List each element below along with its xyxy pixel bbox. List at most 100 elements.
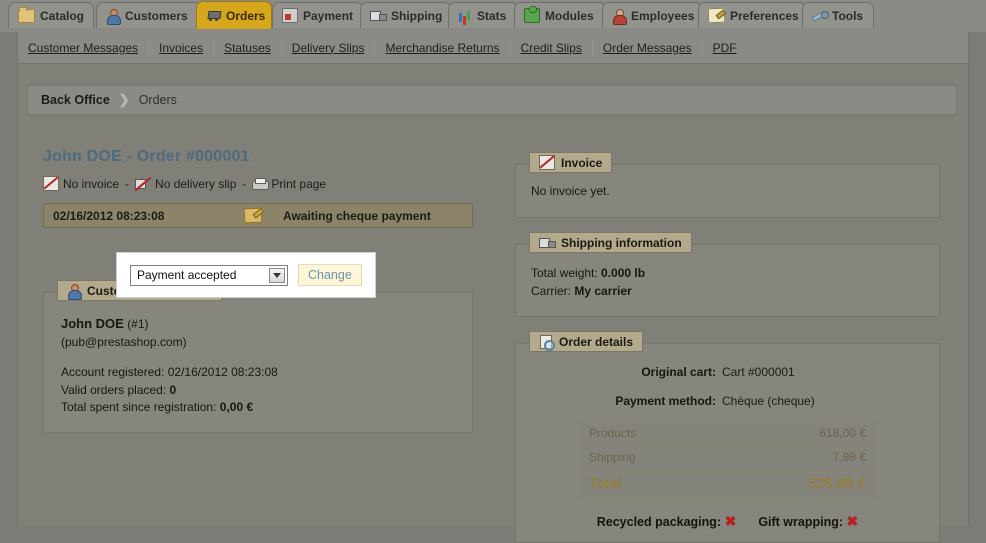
invoice-panel-legend-label: Invoice: [561, 156, 602, 170]
action-no-delivery-slip[interactable]: No delivery slip: [155, 177, 236, 191]
original-cart-label: Original cart:: [531, 364, 722, 381]
order-status-select[interactable]: Payment accepted: [130, 265, 288, 286]
valid-orders-line: Valid orders placed: 0: [61, 382, 457, 399]
carrier-line: Carrier: My carrier: [531, 283, 924, 300]
shipping-value: 7,98 €: [833, 449, 866, 466]
tab-preferences[interactable]: Preferences: [698, 2, 806, 28]
subnav-item-pdf[interactable]: PDF: [703, 41, 747, 55]
account-registered-label: Account registered:: [61, 365, 164, 379]
carrier-value: My carrier: [574, 284, 631, 298]
subnav-item-order-messages[interactable]: Order Messages: [593, 41, 703, 55]
shipping-panel-legend: Shipping information: [529, 232, 692, 253]
gift-wrapping-group: Gift wrapping: ✖: [758, 511, 858, 531]
tab-modules[interactable]: Modules: [514, 2, 606, 28]
action-separator-2: -: [242, 177, 246, 191]
tab-catalog[interactable]: Catalog: [8, 2, 94, 28]
total-weight-value: 0.000 lb: [601, 266, 645, 280]
subnav-item-delivery-slips[interactable]: Delivery Slips: [282, 41, 376, 55]
change-status-button[interactable]: Change: [298, 264, 362, 286]
total-spent-value: 0,00 €: [220, 400, 253, 414]
total-label: Total: [589, 473, 621, 495]
print-icon: [252, 178, 267, 190]
total-spent-label: Total spent since registration:: [61, 400, 216, 414]
account-registered-line: Account registered: 02/16/2012 08:23:08: [61, 364, 457, 381]
status-date: 02/16/2012 08:23:08: [44, 209, 223, 223]
customer-panel-body: John DOE (#1) (pub@prestashop.com) Accou…: [44, 293, 472, 432]
subnav-item-statuses[interactable]: Statuses: [214, 41, 282, 55]
total-value: 625,98 €: [808, 473, 866, 495]
tab-label: Employees: [631, 9, 694, 23]
right-column: Invoice No invoice yet. Shipping informa…: [515, 148, 943, 543]
status-change-highlight: Payment accepted Change: [117, 253, 375, 297]
valid-orders-label: Valid orders placed:: [61, 383, 166, 397]
tab-customers[interactable]: Customers: [96, 2, 202, 28]
table-row: Shipping 7,98 €: [581, 446, 874, 470]
action-no-invoice[interactable]: No invoice: [63, 177, 119, 191]
tab-label: Customers: [125, 9, 188, 23]
original-cart-value[interactable]: Cart #000001: [722, 364, 795, 381]
subnav-item-invoices[interactable]: Invoices: [149, 41, 214, 55]
action-print-page[interactable]: Print page: [271, 177, 326, 191]
chevron-right-icon: ❯: [119, 92, 130, 108]
tab-stats[interactable]: Stats: [448, 2, 518, 28]
recycled-packaging-group: Recycled packaging: ✖: [597, 511, 737, 531]
total-weight-line: Total weight: 0.000 lb: [531, 265, 924, 282]
payment-method-row: Payment method: Chèque (cheque): [531, 393, 924, 410]
stats-icon: [458, 9, 472, 22]
subnav-item-credit-slips[interactable]: Credit Slips: [511, 41, 593, 55]
page-title: John DOE - Order #000001: [43, 148, 493, 166]
shipping-icon: [370, 10, 386, 21]
tab-label: Shipping: [391, 9, 442, 23]
customer-email[interactable]: (pub@prestashop.com): [61, 334, 457, 351]
tab-label: Payment: [303, 9, 353, 23]
invoice-panel: Invoice No invoice yet.: [515, 164, 940, 218]
tab-label: Modules: [545, 9, 594, 23]
total-weight-label: Total weight:: [531, 266, 598, 280]
tab-employees[interactable]: Employees: [602, 2, 702, 28]
tab-tools[interactable]: Tools: [802, 2, 874, 28]
chevron-down-icon[interactable]: [269, 268, 285, 283]
subnav-item-customer-messages[interactable]: Customer Messages: [18, 41, 149, 55]
products-value: 618,00 €: [819, 425, 866, 442]
tab-orders[interactable]: Orders: [196, 1, 272, 29]
status-label: Awaiting cheque payment: [283, 209, 431, 223]
tab-payment[interactable]: Payment: [272, 2, 364, 28]
edit-icon[interactable]: [223, 208, 283, 223]
subnav-item-merchandise-returns[interactable]: Merchandise Returns: [375, 41, 510, 55]
tab-shipping[interactable]: Shipping: [360, 2, 452, 28]
tab-label: Catalog: [40, 9, 84, 23]
order-details-panel-legend-label: Order details: [559, 335, 633, 349]
table-row: Products 618,00 €: [581, 422, 874, 446]
no-invoice-icon: [539, 155, 555, 170]
packaging-options-row: Recycled packaging: ✖ Gift wrapping: ✖: [531, 511, 924, 531]
tab-label: Preferences: [730, 9, 799, 23]
original-cart-row: Original cart: Cart #000001: [531, 364, 924, 381]
tab-label: Orders: [226, 9, 265, 23]
customer-name[interactable]: John DOE: [61, 316, 124, 331]
carrier-label: Carrier:: [531, 284, 571, 298]
breadcrumb-root[interactable]: Back Office: [41, 93, 110, 107]
folder-icon: [18, 9, 35, 23]
no-invoice-icon: [43, 176, 59, 191]
shipping-label: Shipping: [589, 449, 636, 466]
order-details-panel-body: Original cart: Cart #000001 Payment meth…: [516, 344, 939, 542]
order-actions: No invoice - No delivery slip - Print pa…: [43, 176, 493, 191]
breadcrumb-current: Orders: [139, 93, 177, 107]
magnifier-document-icon: [539, 335, 553, 349]
order-totals-table: Products 618,00 € Shipping 7,98 € Total …: [580, 421, 875, 500]
customer-icon: [67, 284, 81, 298]
customer-information-panel: Customer information John DOE (#1) (pub@…: [43, 292, 473, 433]
no-delivery-slip-icon: [135, 178, 151, 190]
payment-icon: [282, 8, 298, 23]
customer-meta: Account registered: 02/16/2012 08:23:08 …: [61, 364, 457, 416]
tab-label: Tools: [832, 9, 863, 23]
order-status-selected-value: Payment accepted: [137, 268, 236, 282]
payment-method-value: Chèque (cheque): [722, 393, 815, 410]
customer-id: (#1): [127, 317, 148, 331]
shipping-panel-legend-label: Shipping information: [561, 236, 682, 250]
recycled-packaging-x-icon: ✖: [725, 513, 737, 529]
tab-label: Stats: [477, 9, 506, 23]
shipping-panel-body: Total weight: 0.000 lb Carrier: My carri…: [516, 245, 939, 316]
customer-name-line: John DOE (#1): [61, 315, 457, 334]
tools-icon: [812, 10, 827, 22]
